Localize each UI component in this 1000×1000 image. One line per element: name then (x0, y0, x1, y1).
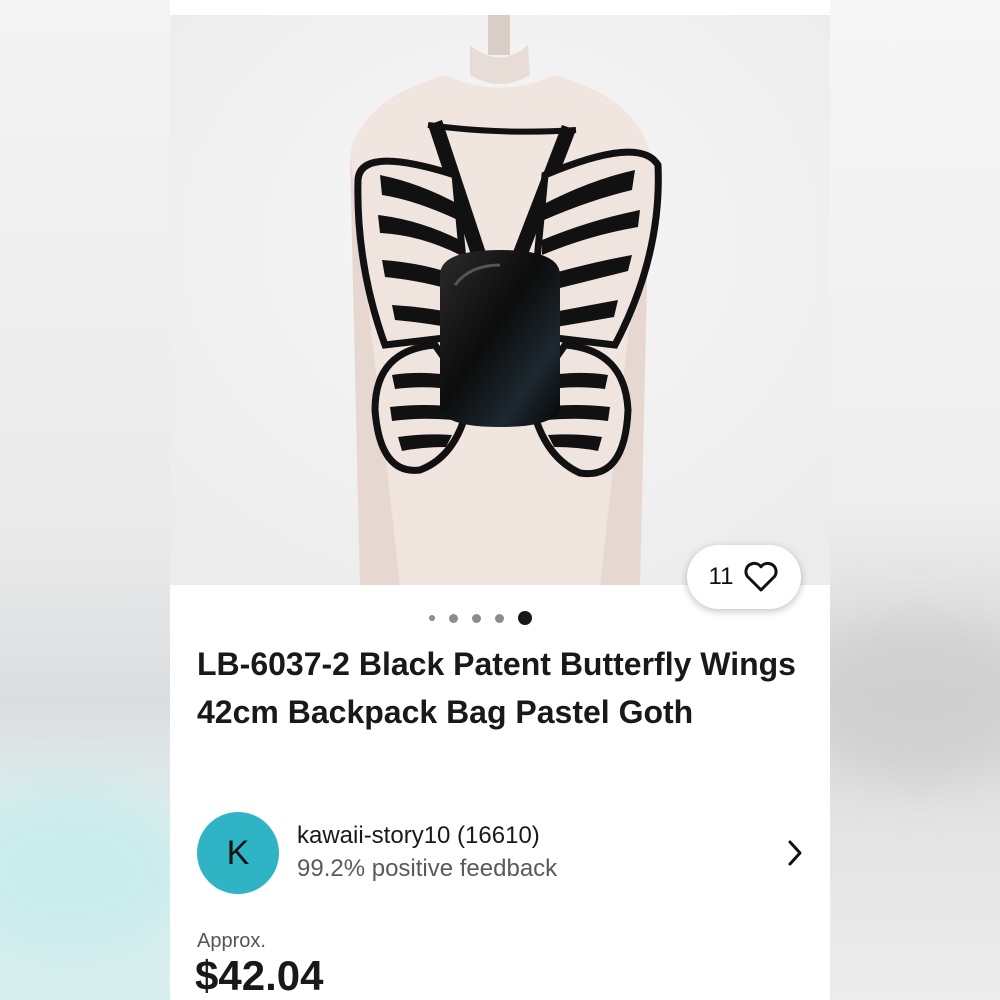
listing-title: LB-6037-2 Black Patent Butterfly Wings 4… (197, 646, 796, 730)
carousel-dot[interactable] (471, 613, 481, 623)
backpack-photo (170, 15, 830, 585)
seller-feedback: 99.2% positive feedback (297, 855, 558, 882)
background-left (0, 0, 200, 1000)
seller-name: kawaii-story10 (16610) (297, 822, 540, 849)
heart-icon (743, 561, 779, 593)
background-right (800, 0, 1000, 1000)
seller-info: kawaii-story10 (16610) 99.2% positive fe… (297, 820, 783, 886)
like-count: 11 (708, 563, 734, 590)
chevron-right-icon[interactable] (783, 838, 807, 868)
seller-avatar: K (197, 812, 279, 894)
price-prefix: Approx. (197, 930, 266, 952)
carousel-dot[interactable] (428, 615, 435, 621)
carousel-dot[interactable] (448, 613, 458, 623)
price: $42.04 (195, 952, 324, 999)
listing-screen: 11 LB-6037-2 Black Patent Butterfly Wing… (170, 0, 830, 1000)
watch-button[interactable]: 11 (687, 545, 801, 609)
product-image[interactable] (170, 15, 830, 585)
carousel-dot-active[interactable] (517, 611, 532, 625)
seller-row[interactable]: K kawaii-story10 (16610) 99.2% positive … (197, 812, 807, 894)
image-carousel-indicator (170, 610, 830, 626)
carousel-dot[interactable] (494, 613, 504, 623)
